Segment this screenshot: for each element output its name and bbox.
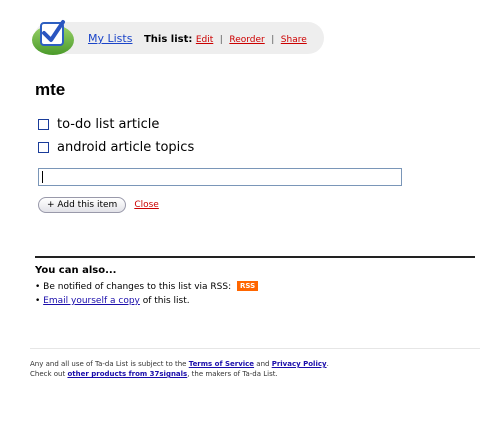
footer-line-1: Any and all use of Ta-da List is subject…	[30, 360, 329, 368]
todo-items: to-do list article android article topic…	[38, 113, 194, 159]
nav-separator: |	[271, 35, 275, 45]
item-label: to-do list article	[57, 117, 160, 132]
top-nav: My Lists This list: Edit | Reorder | Sha…	[88, 32, 307, 45]
checkmark-logo-icon[interactable]	[30, 14, 76, 58]
footer-line-2: Check out other products from 37signals,…	[30, 370, 278, 378]
rss-line: • Be notified of changes to this list vi…	[35, 281, 259, 292]
reorder-link[interactable]: Reorder	[229, 35, 264, 45]
section-divider	[35, 256, 475, 258]
email-line: • Email yourself a copy of this list.	[35, 296, 190, 306]
footer-text: Any and all use of Ta-da List is subject…	[30, 360, 189, 368]
footer-text: and	[254, 360, 272, 368]
list-title: mte	[35, 80, 66, 99]
email-copy-link[interactable]: Email yourself a copy	[43, 296, 140, 306]
privacy-link[interactable]: Privacy Policy	[272, 360, 327, 368]
new-item-input[interactable]	[38, 168, 402, 186]
email-bullet: •	[35, 296, 44, 306]
edit-link[interactable]: Edit	[196, 35, 213, 45]
my-lists-link[interactable]: My Lists	[88, 32, 132, 45]
footer-text: .	[326, 360, 329, 368]
footer-divider	[30, 348, 480, 349]
item-label: android article topics	[57, 140, 195, 155]
add-item-row: + Add this item Close	[38, 197, 159, 213]
footer-text: , the makers of Ta-da List.	[187, 370, 278, 378]
todo-item: android article topics	[38, 136, 194, 159]
footer-text: Check out	[30, 370, 68, 378]
share-link[interactable]: Share	[281, 35, 307, 45]
close-link[interactable]: Close	[134, 200, 159, 210]
todo-item: to-do list article	[38, 113, 194, 136]
text-caret	[42, 171, 43, 183]
item-checkbox[interactable]	[38, 119, 49, 130]
this-list-label: This list:	[143, 34, 193, 45]
rss-text: • Be notified of changes to this list vi…	[35, 282, 232, 292]
other-products-link[interactable]: other products from 37signals	[67, 370, 187, 378]
item-checkbox[interactable]	[38, 142, 49, 153]
add-item-button[interactable]: + Add this item	[38, 197, 127, 213]
terms-link[interactable]: Terms of Service	[189, 360, 254, 368]
rss-badge[interactable]: RSS	[237, 281, 259, 291]
email-suffix: of this list.	[139, 296, 190, 306]
you-can-also-heading: You can also...	[35, 265, 117, 276]
nav-separator: |	[219, 35, 223, 45]
